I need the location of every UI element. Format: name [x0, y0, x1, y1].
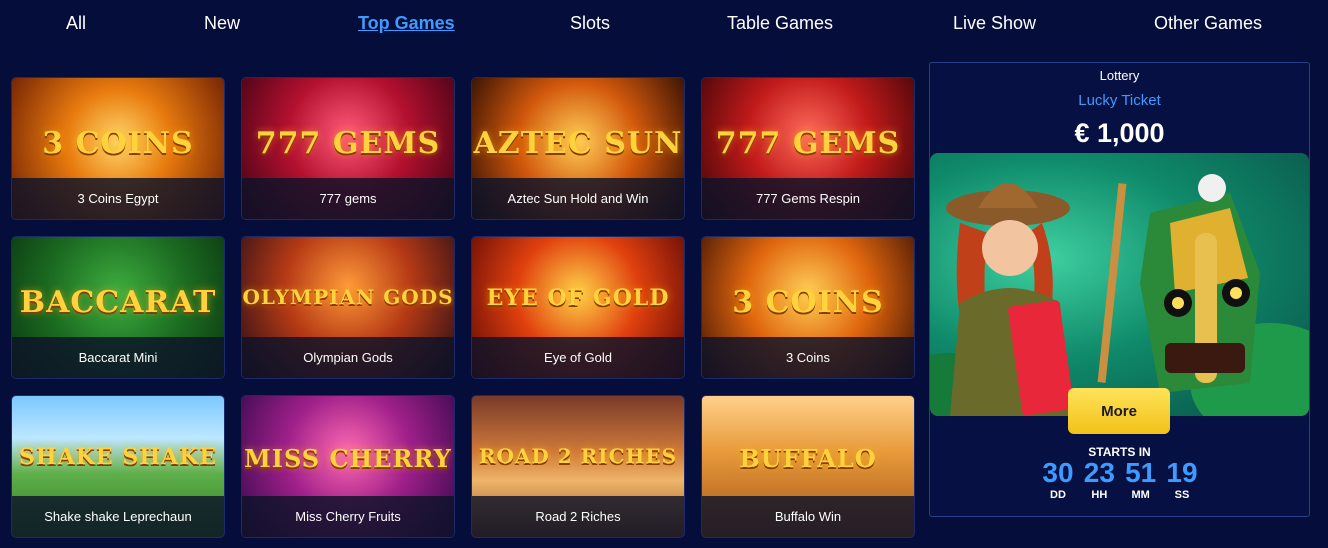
countdown-timer: 30 DD 23 HH 51 MM 19 SS	[1040, 457, 1200, 501]
game-tile[interactable]: AZTEC SUN Aztec Sun Hold and Win	[471, 77, 685, 220]
timer-hours: 23 HH	[1083, 457, 1115, 501]
game-title: Shake shake Leprechaun	[12, 496, 224, 537]
game-tile[interactable]: 777 GEMS 777 Gems Respin	[701, 77, 915, 220]
game-title: Buffalo Win	[702, 496, 914, 537]
lottery-panel: Lottery Lucky Ticket € 1,000 More STARTS…	[929, 62, 1310, 517]
lottery-name[interactable]: Lucky Ticket	[930, 92, 1309, 109]
lottery-prize: € 1,000	[1074, 118, 1165, 148]
game-tile[interactable]: OLYMPIAN GODS Olympian Gods	[241, 236, 455, 379]
game-tile[interactable]: 3 COINS 3 Coins	[701, 236, 915, 379]
game-title: Eye of Gold	[472, 337, 684, 378]
game-title: 777 Gems Respin	[702, 178, 914, 219]
game-tile[interactable]: 777 GEMS 777 gems	[241, 77, 455, 220]
tab-new[interactable]: New	[204, 13, 240, 34]
category-nav: All New Top Games Slots Table Games Live…	[0, 0, 1328, 50]
game-title: 3 Coins Egypt	[12, 178, 224, 219]
tab-slots[interactable]: Slots	[570, 13, 610, 34]
tab-table-games[interactable]: Table Games	[727, 13, 833, 34]
game-tile[interactable]: EYE OF GOLD Eye of Gold	[471, 236, 685, 379]
game-tile[interactable]: BACCARAT Baccarat Mini	[11, 236, 225, 379]
game-tile[interactable]: BUFFALO Buffalo Win	[701, 395, 915, 538]
tab-top-games[interactable]: Top Games	[358, 13, 455, 34]
game-title: Aztec Sun Hold and Win	[472, 178, 684, 219]
tab-other-games[interactable]: Other Games	[1154, 13, 1262, 34]
game-title: Road 2 Riches	[472, 496, 684, 537]
explorer-and-mask-illustration	[930, 174, 1309, 416]
game-title: 777 gems	[242, 178, 454, 219]
tab-all[interactable]: All	[66, 13, 86, 34]
game-title: Baccarat Mini	[12, 337, 224, 378]
timer-minutes: 51 MM	[1125, 457, 1157, 501]
tab-live-show[interactable]: Live Show	[953, 13, 1036, 34]
game-title: Olympian Gods	[242, 337, 454, 378]
game-title: Miss Cherry Fruits	[242, 496, 454, 537]
timer-days: 30 DD	[1042, 457, 1074, 501]
game-tile[interactable]: ROAD 2 RICHES Road 2 Riches	[471, 395, 685, 538]
game-title: 3 Coins	[702, 337, 914, 378]
game-tile[interactable]: SHAKE SHAKE Shake shake Leprechaun	[11, 395, 225, 538]
game-tile[interactable]: MISS CHERRY Miss Cherry Fruits	[241, 395, 455, 538]
lottery-label: Lottery	[1099, 68, 1140, 83]
game-tile[interactable]: 3 COINS 3 Coins Egypt	[11, 77, 225, 220]
lottery-banner-image	[930, 153, 1309, 416]
timer-seconds: 19 SS	[1166, 457, 1198, 501]
more-button[interactable]: More	[1068, 388, 1170, 434]
